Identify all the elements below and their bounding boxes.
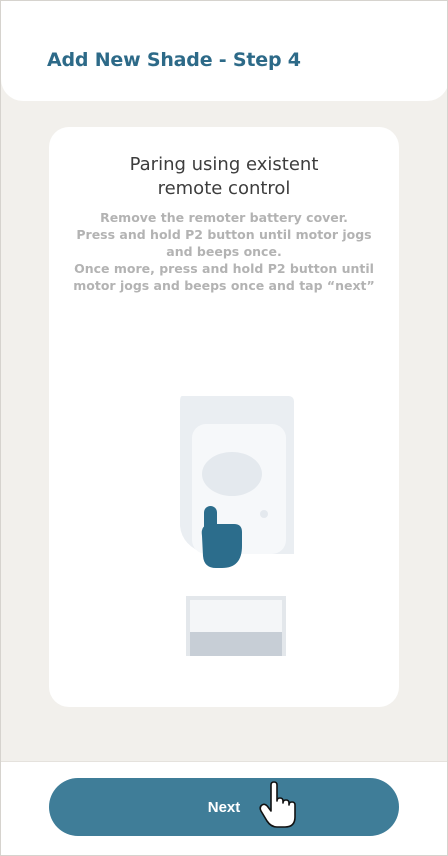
header: Add New Shade - Step 4 xyxy=(1,1,447,101)
bottom-bar: Next xyxy=(1,761,447,855)
card-instructions: Remove the remoter battery cover. Press … xyxy=(73,210,375,293)
next-button[interactable]: Next xyxy=(49,778,399,836)
remote-pairing-illustration xyxy=(180,396,294,656)
app-screen: Add New Shade - Step 4 Paring using exis… xyxy=(0,0,448,856)
page-title: Add New Shade - Step 4 xyxy=(47,49,301,71)
hand-cursor-icon xyxy=(259,781,296,828)
remote-battery-icon xyxy=(186,596,286,656)
card-title: Paring using existent remote control xyxy=(129,154,319,199)
